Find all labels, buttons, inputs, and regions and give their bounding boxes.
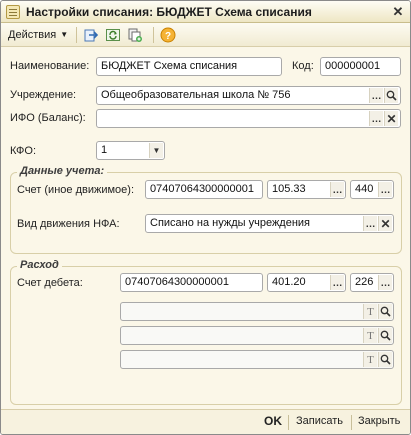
- account-kosgu-select-button[interactable]: …: [378, 182, 392, 197]
- analytics-type-button-3[interactable]: T: [363, 352, 377, 367]
- ifo-field[interactable]: [96, 109, 401, 128]
- expense-group-title: Расход: [17, 259, 62, 271]
- save-and-close-icon: [84, 29, 99, 41]
- footer-bar: OK Записать Закрыть: [1, 409, 410, 434]
- debit-label: Счет дебета:: [17, 277, 83, 289]
- chevron-down-icon: ▼: [152, 146, 161, 155]
- clear-icon: ✕: [386, 111, 397, 126]
- account-kosgu-value: 440: [355, 183, 374, 195]
- movement-field[interactable]: Списано на нужды учреждения: [145, 214, 394, 233]
- refresh-icon: [106, 28, 121, 41]
- account-label: Счет (иное движимое):: [17, 184, 134, 196]
- document-icon: [6, 4, 20, 19]
- movement-clear-button[interactable]: ✕: [378, 216, 392, 231]
- analytics-open-button-3[interactable]: [378, 352, 392, 367]
- institution-open-button[interactable]: [384, 88, 398, 103]
- movement-value: Списано на нужды учреждения: [150, 217, 311, 229]
- institution-value: Общеобразовательная школа № 756: [101, 89, 291, 101]
- debit-kosgu-value: 226: [355, 276, 374, 288]
- name-label: Наименование:: [10, 60, 90, 72]
- help-icon: ?: [160, 27, 176, 42]
- account-sub-value: 105.33: [272, 183, 306, 195]
- svg-text:?: ?: [165, 31, 171, 42]
- movement-label: Вид движения НФА:: [17, 218, 120, 230]
- magnifier-icon: [380, 354, 391, 365]
- kfo-label: КФО:: [10, 145, 37, 157]
- copy-button[interactable]: [126, 26, 144, 44]
- title-bar: Настройки списания: БЮДЖЕТ Схема списани…: [1, 1, 410, 23]
- analytics-open-button-2[interactable]: [378, 328, 392, 343]
- ifo-clear-button[interactable]: ✕: [384, 111, 398, 126]
- actions-menu-button[interactable]: Действия ▼: [5, 27, 71, 43]
- actions-label: Действия: [8, 28, 57, 41]
- settings-window: Настройки списания: БЮДЖЕТ Схема списани…: [0, 0, 411, 435]
- institution-label: Учреждение:: [10, 89, 77, 101]
- footer-separator: [288, 415, 289, 430]
- code-field[interactable]: 000000001: [320, 57, 401, 76]
- save-and-close-button[interactable]: [82, 26, 100, 44]
- magnifier-icon: [380, 330, 391, 341]
- kfo-dropdown-button[interactable]: ▼: [149, 143, 163, 158]
- type-t-icon: T: [367, 329, 374, 342]
- footer-separator: [351, 415, 352, 430]
- window-title: Настройки списания: БЮДЖЕТ Схема списани…: [26, 4, 312, 19]
- magnifier-icon: [386, 90, 397, 101]
- debit-main-field[interactable]: 07407064300000001: [120, 273, 263, 292]
- ok-button[interactable]: OK: [264, 414, 282, 428]
- kfo-value: 1: [101, 144, 108, 156]
- chevron-down-icon: ▼: [60, 30, 69, 39]
- refresh-button[interactable]: [104, 26, 122, 44]
- analytics-open-button-1[interactable]: [378, 304, 392, 319]
- accounting-group-title: Данные учета:: [17, 165, 108, 177]
- code-label: Код:: [292, 60, 314, 72]
- account-sub-select-button[interactable]: …: [330, 182, 344, 197]
- toolbar-separator: [76, 26, 78, 43]
- analytics-field-2[interactable]: [120, 326, 394, 345]
- institution-field[interactable]: Общеобразовательная школа № 756: [96, 86, 401, 105]
- ifo-label: ИФО (Баланс):: [10, 112, 86, 124]
- close-button[interactable]: Закрыть: [358, 415, 400, 427]
- analytics-type-button-1[interactable]: T: [363, 304, 377, 319]
- debit-kosgu-select-button[interactable]: …: [378, 275, 392, 290]
- analytics-field-1[interactable]: [120, 302, 394, 321]
- type-t-icon: T: [367, 305, 374, 318]
- movement-select-button[interactable]: …: [363, 216, 377, 231]
- debit-sub-select-button[interactable]: …: [330, 275, 344, 290]
- close-window-button[interactable]: ✕: [390, 4, 406, 19]
- clear-icon: ✕: [380, 216, 391, 231]
- debit-sub-value: 401.20: [272, 276, 306, 288]
- ifo-select-button[interactable]: …: [369, 111, 383, 126]
- analytics-field-3[interactable]: [120, 350, 394, 369]
- toolbar: Действия ▼ ?: [1, 23, 410, 47]
- account-main-field[interactable]: 07407064300000001: [145, 180, 263, 199]
- analytics-type-button-2[interactable]: T: [363, 328, 377, 343]
- copy-icon: [128, 28, 143, 42]
- help-button[interactable]: ?: [159, 26, 177, 44]
- type-t-icon: T: [367, 353, 374, 366]
- magnifier-icon: [380, 306, 391, 317]
- institution-select-button[interactable]: …: [369, 88, 383, 103]
- name-field[interactable]: БЮДЖЕТ Схема списания: [96, 57, 282, 76]
- save-button[interactable]: Записать: [296, 415, 343, 427]
- toolbar-separator: [153, 26, 155, 43]
